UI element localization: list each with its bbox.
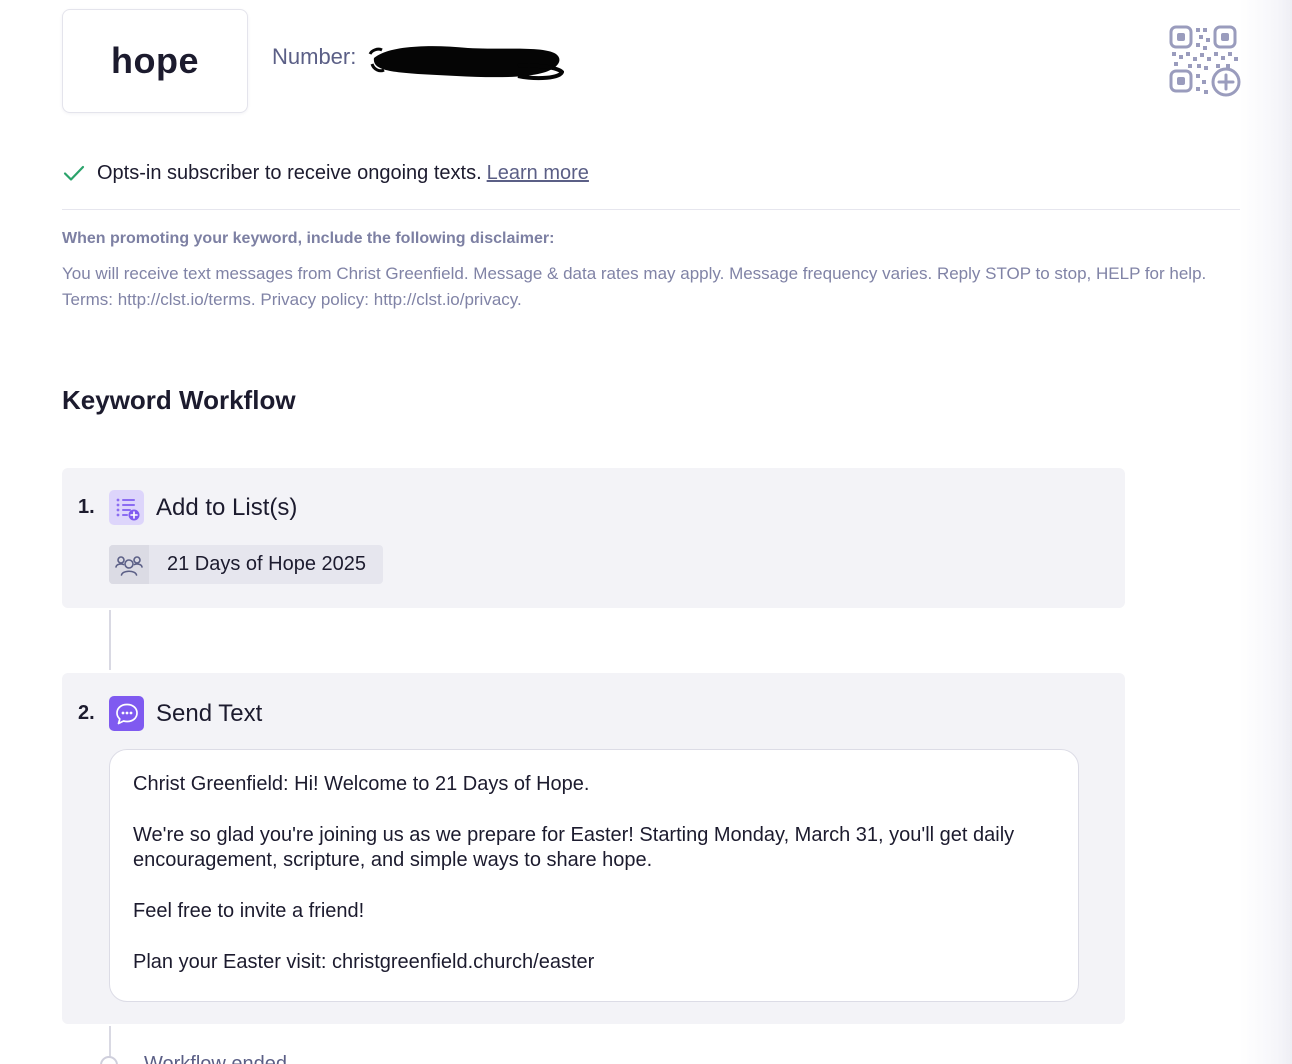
step-number: 1. bbox=[78, 496, 95, 518]
message-line: Feel free to invite a friend! bbox=[133, 900, 365, 922]
end-node-icon bbox=[100, 1055, 118, 1064]
redacted-number bbox=[368, 46, 564, 81]
divider bbox=[62, 209, 1240, 210]
learn-more-link[interactable]: Learn more bbox=[487, 162, 589, 185]
checkmark-icon bbox=[63, 165, 85, 181]
qr-code-add-icon[interactable] bbox=[1168, 24, 1242, 98]
workflow-step-add-to-list[interactable]: 1. Add to List(s) 21 Days of Hope 2025 bbox=[62, 468, 1125, 608]
step-header: 1. Add to List(s) bbox=[78, 490, 297, 525]
chat-bubble-icon bbox=[109, 696, 144, 731]
disclaimer-label: When promoting your keyword, include the… bbox=[62, 230, 555, 247]
step-header: 2. Send Text bbox=[78, 696, 262, 731]
workflow-end: Workflow ended bbox=[100, 1053, 287, 1064]
right-edge-shade bbox=[1240, 0, 1292, 1064]
message-line: Plan your Easter visit: christgreenfield… bbox=[133, 951, 595, 973]
list-add-icon bbox=[109, 490, 144, 525]
optin-text: Opts-in subscriber to receive ongoing te… bbox=[97, 161, 482, 184]
text-message-preview[interactable]: Christ Greenfield: Hi! Welcome to 21 Day… bbox=[109, 749, 1079, 1002]
people-group-icon bbox=[109, 545, 149, 584]
list-chip[interactable]: 21 Days of Hope 2025 bbox=[109, 545, 384, 584]
keyword-card: hope bbox=[62, 9, 248, 113]
step-title: Add to List(s) bbox=[156, 493, 298, 521]
workflow-connector bbox=[109, 610, 111, 670]
message-line: We're so glad you're joining us as we pr… bbox=[133, 824, 1015, 871]
keyword-name: hope bbox=[111, 40, 199, 81]
list-name: 21 Days of Hope 2025 bbox=[167, 553, 367, 575]
disclaimer-text: You will receive text messages from Chri… bbox=[62, 264, 1207, 309]
step-title: Send Text bbox=[156, 699, 263, 727]
workflow-end-label: Workflow ended bbox=[144, 1053, 288, 1064]
message-line: Christ Greenfield: Hi! Welcome to 21 Day… bbox=[133, 773, 590, 795]
step-number: 2. bbox=[78, 702, 95, 724]
workflow-title: Keyword Workflow bbox=[62, 385, 296, 415]
workflow-step-send-text[interactable]: 2. Send Text Christ Greenfield: Hi! Welc… bbox=[62, 673, 1125, 1024]
number-label: Number: bbox=[272, 44, 357, 69]
optin-row: Opts-in subscriber to receive ongoing te… bbox=[62, 161, 589, 185]
phone-number-row: Number: bbox=[272, 44, 356, 70]
